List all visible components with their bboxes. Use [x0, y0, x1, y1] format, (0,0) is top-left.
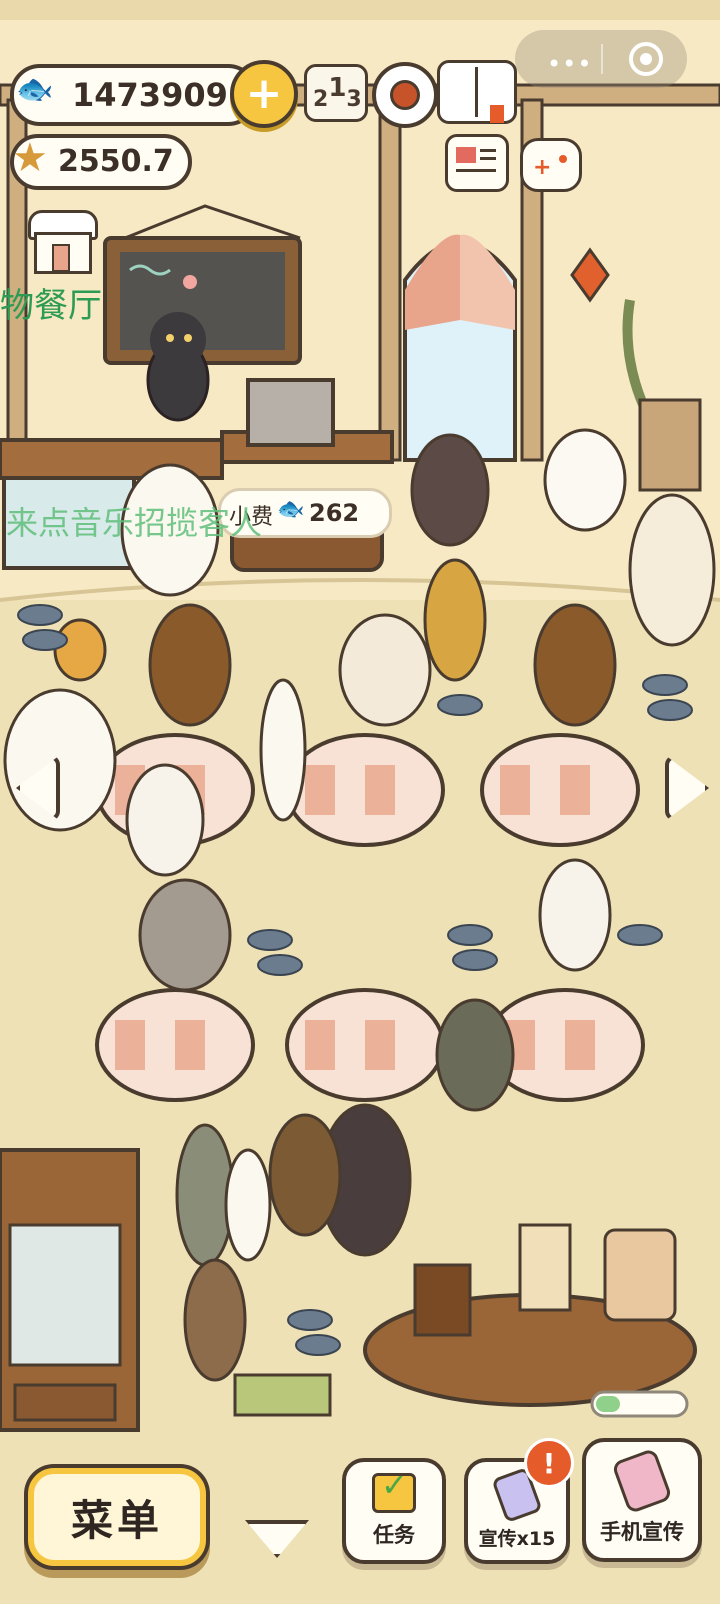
gear-icon[interactable] — [372, 62, 438, 128]
fish-count: 1473909 — [72, 76, 228, 114]
close-target-icon[interactable] — [629, 42, 663, 76]
restaurant-name: 物餐厅 — [0, 286, 102, 326]
newspaper-icon[interactable] — [445, 134, 509, 192]
capsule-divider — [601, 44, 603, 74]
more-dots-icon[interactable]: ••• — [547, 50, 592, 78]
shop-icon[interactable] — [28, 210, 98, 274]
plus-button[interactable]: + — [230, 60, 298, 128]
fish-icon: 🐟 — [16, 72, 54, 107]
phone-icon — [611, 1447, 673, 1515]
star-count: 2550.7 — [58, 144, 174, 179]
book-icon[interactable] — [437, 60, 517, 124]
scroll-message: 来点音乐招揽客人 — [6, 504, 263, 542]
checkbox-icon: ✓ — [372, 1466, 416, 1513]
alert-badge: ! — [524, 1438, 574, 1488]
star-icon: ★ — [12, 135, 48, 181]
phone-promote-label: 手机宣传 — [600, 1520, 684, 1544]
tasks-button[interactable]: ✓ 任务 — [342, 1458, 446, 1564]
star-currency: ★ 2550.7 — [10, 134, 192, 190]
ranking-icon[interactable]: 213 — [304, 64, 368, 122]
restaurant-background — [0, 0, 720, 1600]
promote-label: 宣传x15 — [478, 1527, 556, 1550]
menu-button[interactable]: 菜单 — [28, 1468, 206, 1566]
tasks-label: 任务 — [373, 1523, 415, 1547]
tip-value: 262 — [309, 499, 360, 527]
alert-mark: ! — [542, 1446, 556, 1480]
plus-icon: + — [245, 68, 283, 119]
miniprogram-capsule[interactable]: ••• — [515, 30, 687, 88]
fish-icon: 🐟 — [277, 497, 305, 522]
menu-label: 菜单 — [70, 1495, 163, 1545]
fish-currency: 🐟 1473909 — [10, 64, 258, 126]
game-scene — [0, 0, 720, 1600]
phone-promote-button[interactable]: 手机宣传 — [582, 1438, 702, 1562]
gamepad-icon[interactable]: + — [520, 138, 582, 192]
